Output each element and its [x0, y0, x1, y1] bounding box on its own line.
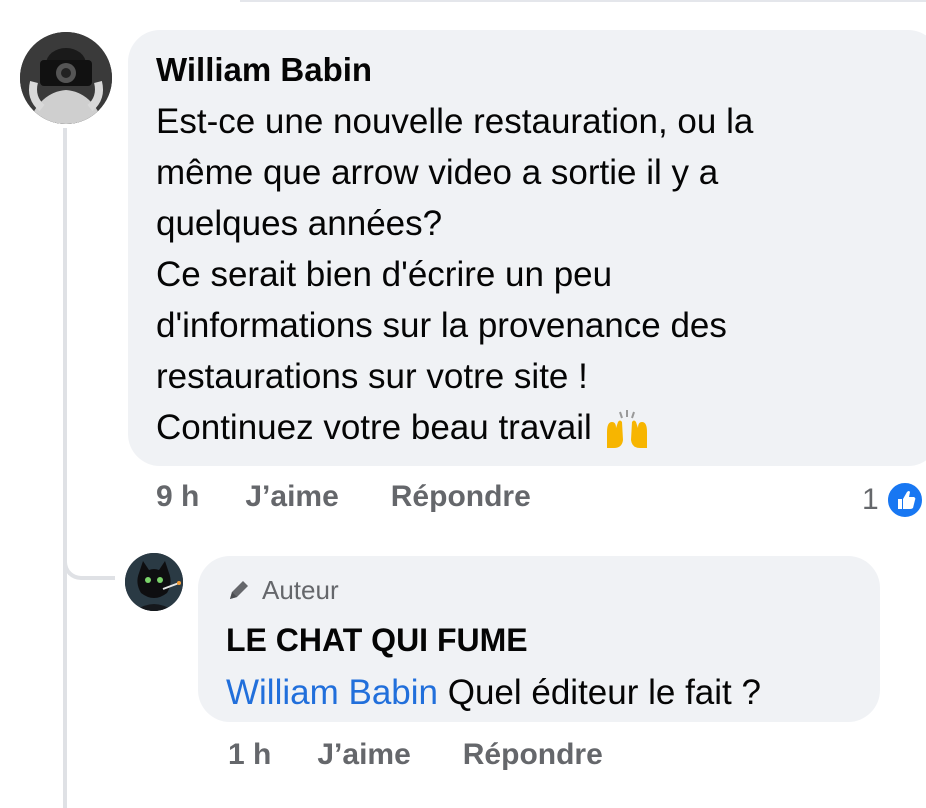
- reaction-count: 1: [862, 483, 879, 516]
- avatar-william-babin[interactable]: [20, 32, 112, 124]
- pencil-icon: [230, 581, 248, 599]
- reply-author-name[interactable]: LE CHAT QUI FUME: [226, 618, 852, 662]
- comment-line: d'informations sur la provenance des: [156, 306, 727, 345]
- like-button[interactable]: J’aime: [317, 738, 410, 772]
- comment-line: Est-ce une nouvelle restauration, ou la: [156, 102, 754, 141]
- reply-timestamp[interactable]: 1 h: [228, 738, 271, 772]
- divider-line: [240, 0, 926, 2]
- cat-avatar-image: [125, 553, 183, 611]
- comment-line: même que arrow video a sortie il y a: [156, 153, 719, 192]
- thread-connector: [63, 536, 115, 580]
- author-badge: Auteur: [226, 574, 852, 606]
- comment-line: quelques années?: [156, 204, 443, 243]
- like-button[interactable]: J’aime: [245, 480, 338, 514]
- avatar-le-chat-qui-fume[interactable]: [125, 553, 183, 611]
- reply-text: William Babin Quel éditeur le fait ?: [226, 668, 852, 718]
- comment-timestamp[interactable]: 9 h: [156, 480, 199, 514]
- comment-actions: 9 h J’aime Répondre: [156, 480, 531, 514]
- reply-actions: 1 h J’aime Répondre: [228, 738, 603, 772]
- comment-line: Continuez votre beau travail: [156, 408, 592, 447]
- reply-bubble: Auteur LE CHAT QUI FUME William Babin Qu…: [198, 556, 880, 722]
- reply-button[interactable]: Répondre: [391, 480, 531, 514]
- author-badge-label: Auteur: [262, 575, 339, 605]
- thread-line: [63, 128, 67, 808]
- reply-message: Quel éditeur le fait ?: [438, 673, 761, 712]
- comment-line: restaurations sur votre site !: [156, 357, 588, 396]
- raising-hands-emoji-icon: [606, 409, 647, 448]
- comment-line-last: Continuez votre beau travail: [156, 402, 912, 453]
- comment-line: Ce serait bien d'écrire un peu: [156, 255, 613, 294]
- comment-author-name[interactable]: William Babin: [156, 50, 912, 90]
- like-thumb-icon: [884, 480, 925, 520]
- comment-text: Est-ce une nouvelle restauration, ou la …: [156, 96, 912, 453]
- reaction-summary[interactable]: 1: [862, 480, 925, 520]
- comment-bubble: William Babin Est-ce une nouvelle restau…: [128, 30, 926, 466]
- mention-link[interactable]: William Babin: [226, 673, 438, 712]
- photographer-avatar-image: [20, 32, 112, 124]
- reply-button[interactable]: Répondre: [463, 738, 603, 772]
